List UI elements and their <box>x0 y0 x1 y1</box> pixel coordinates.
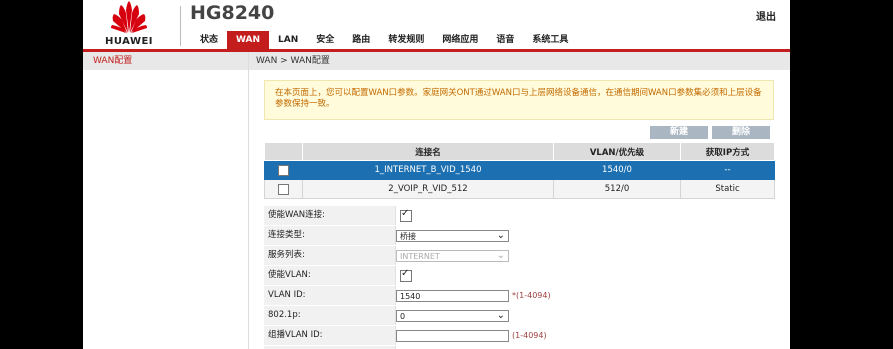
huawei-logo: HUAWEI <box>97 0 161 47</box>
logout-link[interactable]: 退出 <box>756 8 776 23</box>
mcast-vlan-hint: (1-4094) <box>512 331 547 340</box>
brand-name: HUAWEI <box>104 36 154 47</box>
header-conn-name: 连接名 <box>302 142 554 161</box>
nav-lan[interactable]: LAN <box>269 31 307 50</box>
enable-wan-label: 使能WAN连接: <box>268 210 325 220</box>
row-vlan: 1540/0 <box>553 160 681 180</box>
info-notice: 在本页面上，您可以配置WAN口参数。家庭网关ONT通过WAN口与上层网络设备通信… <box>264 80 774 120</box>
wan-config-form: 使能WAN连接: 连接类型: 桥接 ⌄ 服务列表: INTERNET ⌄ 使能V… <box>264 206 775 349</box>
header: HUAWEI HG8240 退出 状态 WAN LAN 安全 路由 转发规则 网… <box>83 0 790 52</box>
row-conn-name: 1_INTERNET_B_VID_1540 <box>302 160 554 180</box>
delete-button[interactable]: 删除 <box>712 126 770 139</box>
header-ip-mode: 获取IP方式 <box>680 142 775 161</box>
p8021-value: 0 <box>400 311 406 321</box>
row-ip-mode: Static <box>680 179 775 199</box>
sidebar: WAN配置 <box>83 52 249 349</box>
mcast-vlan-label: 组播VLAN ID: <box>268 330 323 340</box>
nav-route[interactable]: 路由 <box>343 31 379 50</box>
form-row-service: 服务列表: INTERNET ⌄ <box>264 246 775 266</box>
vlan-id-label: VLAN ID: <box>268 290 306 300</box>
header-vlan: VLAN/优先级 <box>553 142 681 161</box>
table-header-row: 连接名 VLAN/优先级 获取IP方式 <box>264 142 775 161</box>
form-row-enable-vlan: 使能VLAN: <box>264 266 775 286</box>
nav-system-tools[interactable]: 系统工具 <box>523 31 577 50</box>
enable-vlan-checkbox[interactable] <box>400 268 412 282</box>
p8021-select[interactable]: 0 ⌄ <box>396 309 509 322</box>
sidebar-item-wan-config[interactable]: WAN配置 <box>83 52 248 70</box>
vlan-id-input[interactable]: 1540 <box>396 289 509 302</box>
chevron-down-icon: ⌄ <box>496 229 505 241</box>
huawei-logo-icon <box>111 1 147 33</box>
row-ip-mode: -- <box>680 160 775 180</box>
form-row-vlan-id: VLAN ID: 1540 *(1-4094) <box>264 286 775 306</box>
form-row-enable-wan: 使能WAN连接: <box>264 206 775 226</box>
service-label: 服务列表: <box>268 250 305 260</box>
router-admin-page: HUAWEI HG8240 退出 状态 WAN LAN 安全 路由 转发规则 网… <box>83 0 790 349</box>
nav-security[interactable]: 安全 <box>307 31 343 50</box>
wan-connection-table: 连接名 VLAN/优先级 获取IP方式 1_INTERNET_B_VID_154… <box>264 142 775 199</box>
vlan-id-hint: *(1-4094) <box>512 291 551 300</box>
model-name: HG8240 <box>190 2 275 24</box>
nav-network-apps[interactable]: 网络应用 <box>433 31 487 50</box>
chevron-down-icon: ⌄ <box>496 309 505 321</box>
header-select <box>264 142 303 161</box>
row-checkbox[interactable] <box>278 164 289 176</box>
table-actions: 新建 删除 <box>650 126 770 139</box>
form-row-conn-type: 连接类型: 桥接 ⌄ <box>264 226 775 246</box>
nav-forward-rules[interactable]: 转发规则 <box>379 31 433 50</box>
nav-wan[interactable]: WAN <box>227 31 270 50</box>
breadcrumb: WAN > WAN配置 <box>249 52 790 70</box>
nav-status[interactable]: 状态 <box>191 31 227 50</box>
service-select[interactable]: INTERNET ⌄ <box>396 249 509 262</box>
table-row[interactable]: 1_INTERNET_B_VID_1540 1540/0 -- <box>264 160 775 180</box>
table-row[interactable]: 2_VOIP_R_VID_512 512/0 Static <box>264 179 775 199</box>
service-value: INTERNET <box>400 251 440 261</box>
header-divider <box>180 6 181 46</box>
nav-voice[interactable]: 语音 <box>487 31 523 50</box>
mcast-vlan-input[interactable] <box>396 329 509 342</box>
conn-type-label: 连接类型: <box>268 230 305 240</box>
form-row-8021p: 802.1p: 0 ⌄ <box>264 306 775 326</box>
conn-type-value: 桥接 <box>400 231 416 241</box>
enable-vlan-label: 使能VLAN: <box>268 270 311 280</box>
row-select-cell[interactable] <box>264 160 303 180</box>
row-conn-name: 2_VOIP_R_VID_512 <box>302 179 554 199</box>
conn-type-select[interactable]: 桥接 ⌄ <box>396 229 509 242</box>
p8021-label: 802.1p: <box>268 310 301 320</box>
form-row-mcast-vlan: 组播VLAN ID: (1-4094) <box>264 326 775 346</box>
row-vlan: 512/0 <box>553 179 681 199</box>
new-button[interactable]: 新建 <box>650 126 708 139</box>
enable-wan-checkbox[interactable] <box>400 208 412 222</box>
row-checkbox[interactable] <box>278 183 289 195</box>
main-nav: 状态 WAN LAN 安全 路由 转发规则 网络应用 语音 系统工具 <box>191 31 577 50</box>
row-select-cell[interactable] <box>264 179 303 199</box>
chevron-down-icon: ⌄ <box>496 249 505 261</box>
